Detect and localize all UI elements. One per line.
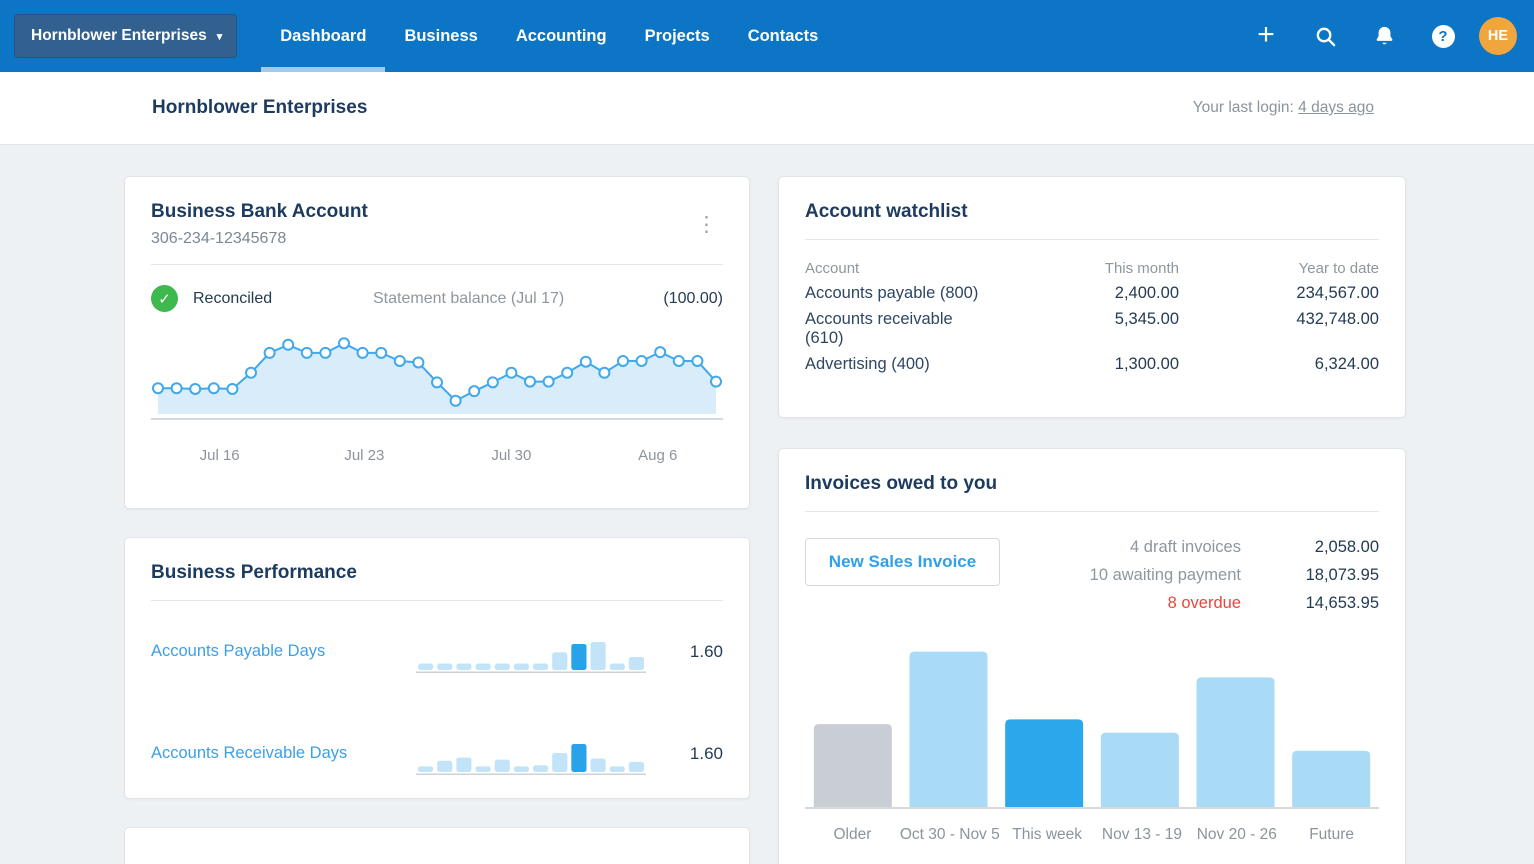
payable-days-value: 1.60 [689, 641, 723, 661]
invoices-card-title: Invoices owed to you [805, 473, 998, 494]
org-switcher-button[interactable]: Hornblower Enterprises ▾ [14, 14, 238, 58]
draft-invoices-link[interactable]: 4 draft invoices [1090, 538, 1241, 557]
column-header: Year to date [1298, 260, 1379, 277]
help-icon: ? [1431, 24, 1455, 48]
x-tick: Aug 6 [638, 447, 678, 464]
tab-business[interactable]: Business [385, 0, 496, 72]
performance-card-title: Business Performance [151, 561, 357, 583]
table-cell: 234,567.00 [1296, 284, 1379, 302]
create-new-button[interactable]: + [1243, 13, 1289, 59]
last-login: Your last login: 4 days ago [1193, 99, 1374, 117]
xero-dashboard-page: Hornblower Enterprises ▾ Dashboard Busin… [0, 0, 1534, 864]
avatar-initials: HE [1487, 28, 1509, 44]
user-avatar[interactable]: HE [1479, 17, 1517, 55]
overdue-amount: 14,653.95 [1305, 594, 1379, 612]
search-button[interactable] [1302, 13, 1348, 59]
bank-chart-x-labels: Jul 16 Jul 23 Jul 30 Aug 6 [151, 447, 723, 467]
bank-account-number: 306-234-12345678 [151, 230, 287, 247]
top-nav: Hornblower Enterprises ▾ Dashboard Busin… [0, 0, 1534, 72]
overdue-link[interactable]: 8 overdue [1090, 594, 1241, 613]
x-tick: Jul 23 [344, 447, 385, 464]
statement-balance-label: Statement balance (Jul 17) [373, 289, 565, 307]
plus-icon: + [1257, 17, 1275, 51]
receivable-days-sparkline [416, 738, 646, 776]
table-cell: 5,345.00 [1114, 310, 1179, 328]
bell-icon [1376, 26, 1392, 44]
table-cell: 6,324.00 [1314, 355, 1379, 373]
x-tick: Nov 20 - 26 [1196, 826, 1277, 843]
draft-invoices-amount: 2,058.00 [1314, 538, 1379, 556]
account-watchlist-card: Account watchlist Account This month Yea… [778, 176, 1406, 418]
divider [805, 239, 1379, 240]
performance-row: Accounts Payable Days 1.60 [151, 601, 723, 703]
left-column: Business Bank Account 306-234-12345678 ⋮… [124, 176, 750, 864]
new-sales-invoice-button[interactable]: New Sales Invoice [805, 538, 1000, 586]
receivable-days-value: 1.60 [689, 743, 723, 763]
watchlist-table: Account This month Year to date Accounts… [805, 260, 1379, 374]
invoices-chart-x-labels: Older Oct 30 - Nov 5 This week Nov 13 - … [805, 826, 1379, 844]
table-cell: 1,300.00 [1114, 355, 1179, 373]
invoice-summary: 4 draft invoices 2,058.00 10 awaiting pa… [1090, 538, 1379, 613]
column-header: Account [805, 260, 860, 277]
table-row-label: Accounts receivable (610) [805, 310, 953, 347]
tab-contacts[interactable]: Contacts [729, 0, 838, 72]
chevron-down-icon: ▾ [216, 30, 223, 43]
dashboard-content: Business Bank Account 306-234-12345678 ⋮… [124, 145, 1406, 864]
invoices-owed-card: Invoices owed to you New Sales Invoice 4… [778, 448, 1406, 864]
table-cell: 432,748.00 [1296, 310, 1379, 328]
accounts-payable-days-link[interactable]: Accounts Payable Days [151, 642, 416, 661]
divider [805, 511, 1379, 512]
statement-balance-value: (100.00) [663, 289, 723, 307]
payable-days-sparkline [416, 636, 646, 674]
nav-actions: + ? HE [1243, 13, 1534, 59]
business-performance-card: Business Performance Accounts Payable Da… [124, 536, 750, 799]
tab-accounting[interactable]: Accounting [497, 0, 626, 72]
awaiting-payment-link[interactable]: 10 awaiting payment [1090, 566, 1241, 585]
invoices-bar-chart [805, 639, 1379, 809]
awaiting-payment-amount: 18,073.95 [1305, 566, 1379, 584]
bank-card-title: Business Bank Account [151, 201, 368, 222]
x-tick: Older [833, 826, 872, 843]
notifications-button[interactable] [1361, 13, 1407, 59]
bank-account-card: Business Bank Account 306-234-12345678 ⋮… [124, 176, 750, 509]
x-tick: Oct 30 - Nov 5 [899, 826, 1000, 843]
tab-dashboard[interactable]: Dashboard [261, 0, 386, 72]
divider [151, 264, 723, 265]
watchlist-card-title: Account watchlist [805, 201, 968, 222]
bank-balance-chart [151, 325, 723, 421]
last-login-label: Your last login: [1192, 99, 1294, 116]
performance-row: Accounts Receivable Days 1.60 [151, 703, 723, 805]
right-column: Account watchlist Account This month Yea… [778, 176, 1406, 864]
main-nav: Dashboard Business Accounting Projects C… [261, 0, 837, 72]
column-header: This month [1104, 260, 1179, 277]
search-icon [1316, 27, 1335, 46]
below-fold-card [124, 826, 750, 864]
x-tick: Jul 30 [491, 447, 532, 464]
x-tick: Nov 13 - 19 [1101, 826, 1183, 843]
kebab-menu-icon[interactable]: ⋮ [690, 201, 723, 248]
x-tick: Future [1309, 826, 1354, 843]
org-name: Hornblower Enterprises [31, 27, 207, 44]
reconciled-check-icon: ✓ [151, 285, 178, 312]
tab-projects[interactable]: Projects [626, 0, 729, 72]
reconciled-status: Reconciled [193, 289, 273, 307]
table-row-label: Accounts payable (800) [805, 284, 979, 302]
table-cell: 2,400.00 [1114, 284, 1179, 302]
accounts-receivable-days-link[interactable]: Accounts Receivable Days [151, 744, 416, 763]
help-button[interactable]: ? [1420, 13, 1466, 59]
x-tick: Jul 16 [199, 447, 240, 464]
last-login-link[interactable]: 4 days ago [1298, 99, 1374, 116]
page-title: Hornblower Enterprises [152, 97, 368, 118]
org-header: Hornblower Enterprises Your last login: … [0, 72, 1534, 145]
table-row-label: Advertising (400) [805, 355, 930, 373]
x-tick: This week [1012, 826, 1083, 843]
